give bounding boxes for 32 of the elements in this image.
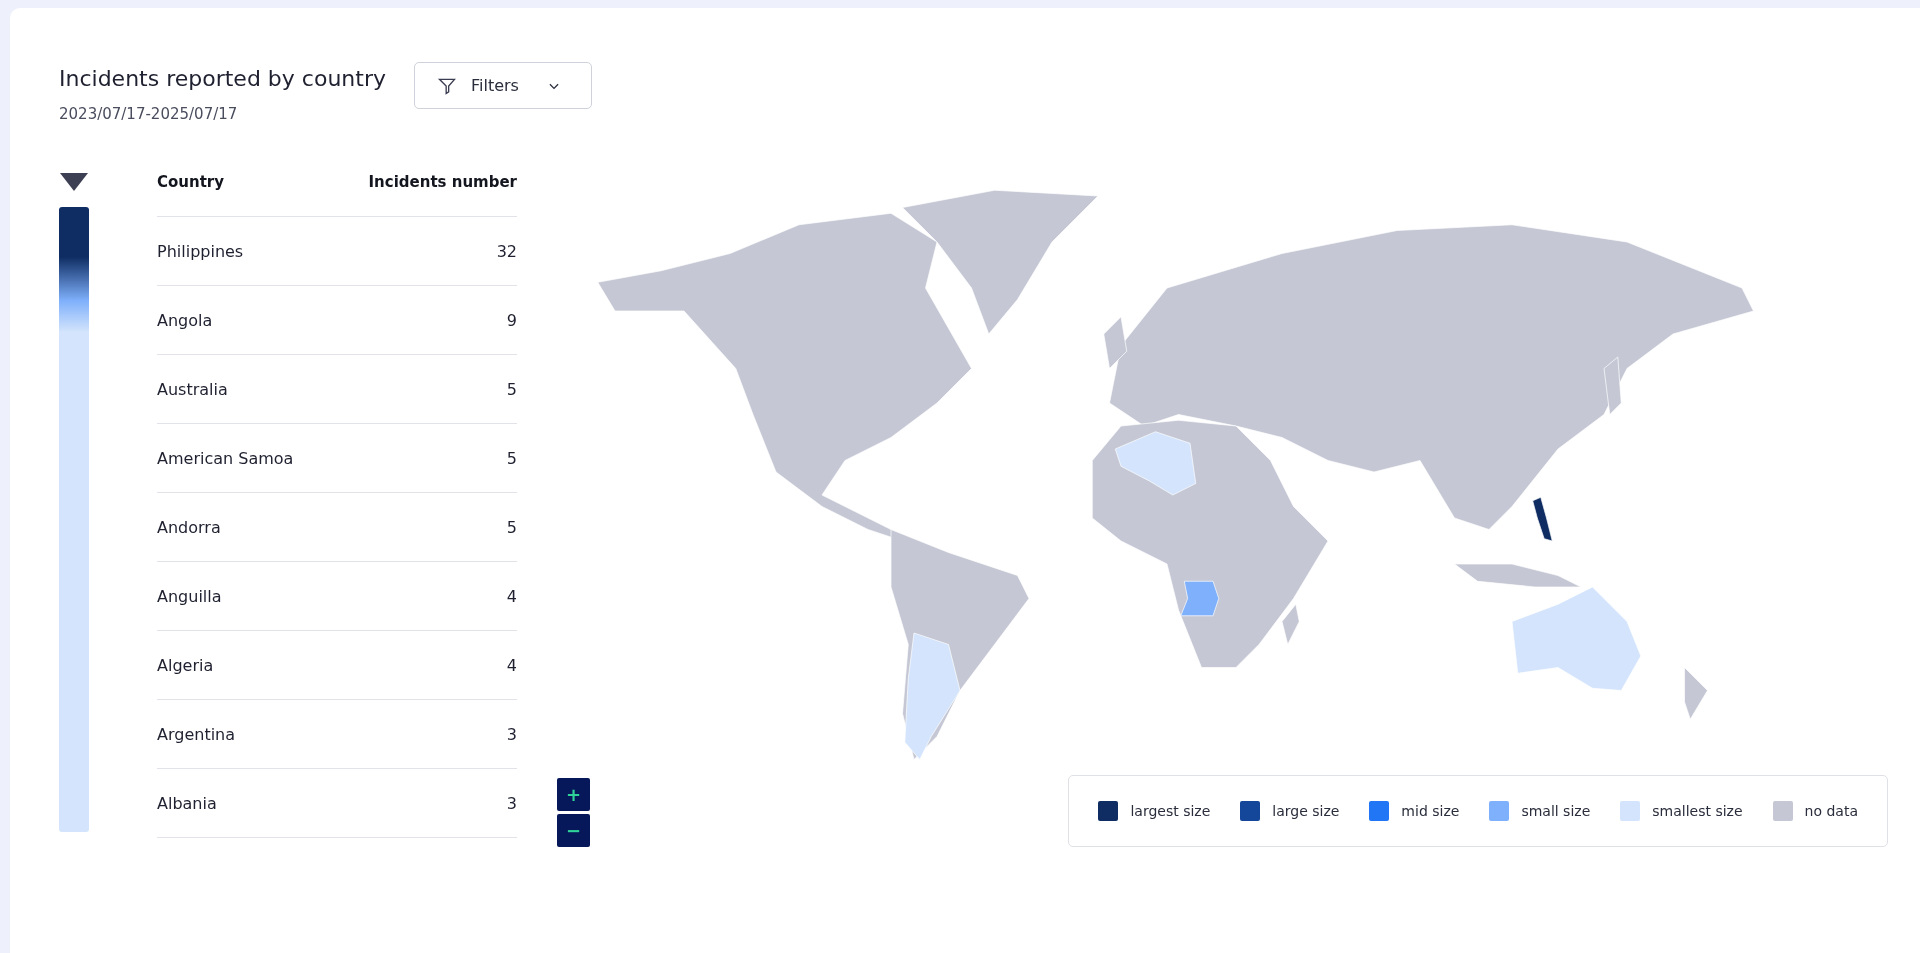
country-cell: Albania bbox=[157, 793, 217, 813]
legend-label: mid size bbox=[1401, 803, 1460, 819]
country-cell: Argentina bbox=[157, 724, 236, 744]
zoom-out-button[interactable]: − bbox=[557, 814, 590, 847]
country-cell: Algeria bbox=[157, 655, 214, 675]
country-cell: American Samoa bbox=[157, 448, 294, 468]
incidents-cell: 3 bbox=[506, 724, 517, 744]
incidents-cell: 32 bbox=[496, 241, 517, 261]
country-cell: Angola bbox=[157, 310, 213, 330]
legend-label: large size bbox=[1272, 803, 1340, 819]
legend-label: smallest size bbox=[1652, 803, 1743, 819]
zoom-in-button[interactable]: + bbox=[557, 778, 590, 811]
country-cell: Philippines bbox=[157, 241, 244, 261]
incidents-cell: 4 bbox=[506, 655, 517, 675]
chart-title: Incidents reported by country bbox=[59, 66, 386, 91]
scale-marker-icon bbox=[60, 173, 88, 191]
legend-label: largest size bbox=[1130, 803, 1211, 819]
incidents-cell: 9 bbox=[506, 310, 517, 330]
country-cell: Andorra bbox=[157, 517, 221, 537]
country-cell: Australia bbox=[157, 379, 228, 399]
column-header: Incidents number bbox=[368, 173, 517, 191]
incidents-cell: 3 bbox=[506, 793, 517, 813]
legend-label: no data bbox=[1804, 803, 1858, 819]
country-cell: Anguilla bbox=[157, 586, 222, 606]
incidents-cell: 5 bbox=[506, 379, 517, 399]
incidents-cell: 5 bbox=[506, 517, 517, 537]
filters-button[interactable]: Filters bbox=[413, 62, 592, 109]
incidents-cell: 5 bbox=[506, 448, 517, 468]
column-header: Country bbox=[157, 173, 225, 191]
incidents-cell: 4 bbox=[506, 586, 517, 606]
legend-label: small size bbox=[1521, 803, 1591, 819]
date-range: 2023/07/17-2025/07/17 bbox=[59, 105, 239, 123]
